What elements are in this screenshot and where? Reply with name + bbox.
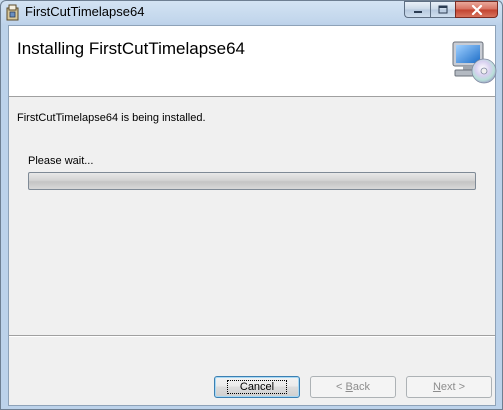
back-button-rest: ack	[352, 381, 370, 393]
install-progress-bar	[28, 172, 476, 190]
dialog-client-area: Installing FirstCutTimelapse64 FirstCutT…	[8, 25, 497, 406]
next-button-mnemonic: N	[432, 381, 441, 393]
title-bar[interactable]: FirstCutTimelapse64	[1, 1, 502, 25]
installer-window: FirstCutTimelapse64 Installing FirstCutT…	[0, 0, 503, 410]
close-button[interactable]	[455, 1, 498, 18]
minimize-button[interactable]	[404, 1, 430, 18]
window-title: FirstCutTimelapse64	[25, 4, 145, 19]
back-button-mnemonic: B	[345, 381, 353, 393]
computer-cd-icon	[452, 41, 497, 84]
back-button-prefix: <	[336, 381, 346, 393]
next-button[interactable]: Next >	[406, 376, 492, 398]
close-icon	[471, 4, 482, 15]
caption-buttons	[404, 1, 498, 18]
please-wait-label: Please wait...	[28, 155, 94, 167]
dialog-footer: Cancel < Back Next >	[9, 335, 495, 406]
install-status-text: FirstCutTimelapse64 is being installed.	[17, 112, 206, 124]
page-title: Installing FirstCutTimelapse64	[17, 39, 246, 58]
cancel-button[interactable]: Cancel	[214, 376, 300, 398]
installer-package-icon	[6, 4, 19, 21]
dialog-header: Installing FirstCutTimelapse64	[9, 26, 497, 97]
maximize-icon	[438, 5, 448, 14]
back-button[interactable]: < Back	[310, 376, 396, 398]
maximize-button[interactable]	[430, 1, 455, 18]
minimize-icon	[413, 10, 422, 13]
next-button-rest: ext	[440, 381, 456, 393]
cancel-button-label: Cancel	[226, 380, 288, 394]
next-button-suffix: >	[455, 381, 466, 393]
